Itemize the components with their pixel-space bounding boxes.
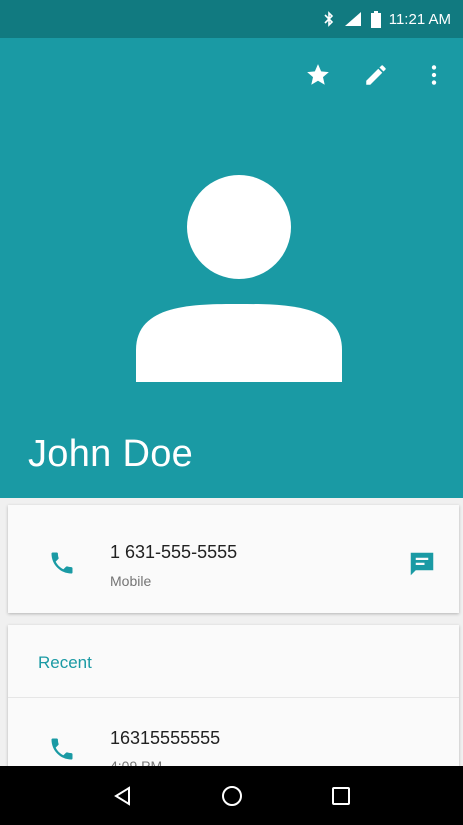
- contact-name: John Doe: [28, 433, 194, 475]
- avatar-placeholder-icon: [136, 175, 342, 382]
- star-icon: [307, 64, 329, 85]
- contact-header: John Doe: [0, 38, 463, 498]
- header-actions: [289, 56, 463, 94]
- navigation-bar: [0, 766, 463, 825]
- battery-icon: [370, 10, 381, 28]
- phone-icon: [51, 738, 73, 760]
- bluetooth-icon: [324, 11, 333, 27]
- home-button[interactable]: [212, 776, 252, 816]
- phone-icon: [51, 552, 73, 574]
- signal-icon: [344, 12, 361, 26]
- message-icon: [410, 552, 434, 576]
- phone-number: 1 631-555-5555: [110, 542, 238, 562]
- phone-type: Mobile: [110, 573, 152, 589]
- status-bar: 11:21 AM: [0, 0, 463, 38]
- home-icon: [221, 785, 242, 806]
- recents-icon: [331, 786, 350, 805]
- edit-button[interactable]: [347, 56, 405, 94]
- back-icon: [113, 785, 130, 806]
- edit-icon: [366, 65, 386, 85]
- phone-card[interactable]: 1 631-555-5555 Mobile: [8, 505, 459, 613]
- recent-header: Recent: [38, 653, 92, 672]
- divider: [8, 697, 459, 698]
- more-vert-icon: [431, 65, 437, 85]
- status-time: 11:21 AM: [388, 10, 451, 28]
- recent-card: Recent 16315555555 4:09 PM: [8, 625, 459, 785]
- send-message-button[interactable]: [407, 549, 437, 579]
- recents-button[interactable]: [321, 776, 361, 816]
- back-button[interactable]: [103, 776, 143, 816]
- favorite-button[interactable]: [289, 56, 347, 94]
- recent-number: 16315555555: [110, 728, 221, 748]
- more-options-button[interactable]: [405, 56, 463, 94]
